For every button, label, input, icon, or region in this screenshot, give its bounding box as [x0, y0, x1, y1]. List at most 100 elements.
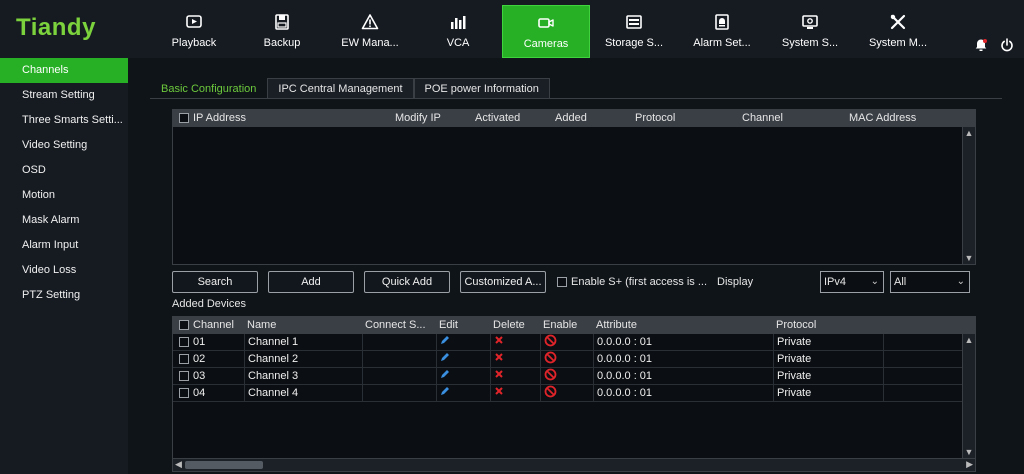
- delete-x-icon[interactable]: [494, 370, 504, 382]
- enable-s-plus-checkbox[interactable]: [557, 277, 567, 288]
- tab-bar: Basic Configuration IPC Central Manageme…: [150, 78, 550, 98]
- warning-icon: [361, 13, 379, 31]
- nav-label: Playback: [171, 37, 217, 49]
- vertical-scrollbar[interactable]: ▲ ▼: [962, 334, 975, 458]
- nav-cameras[interactable]: Cameras: [502, 5, 590, 58]
- name-cell: Channel 3: [245, 368, 363, 384]
- edit-pencil-icon[interactable]: [440, 353, 450, 365]
- disabled-circle-icon[interactable]: [544, 351, 557, 367]
- edit-pencil-icon[interactable]: [440, 336, 450, 348]
- sidebar-item-motion[interactable]: Motion: [0, 183, 128, 208]
- attribute-cell: 0.0.0.0 : 01: [594, 368, 774, 384]
- scroll-down-icon[interactable]: ▼: [963, 252, 975, 264]
- notification-bell-icon[interactable]: [974, 38, 988, 55]
- sidebar-item-osd[interactable]: OSD: [0, 158, 128, 183]
- search-button[interactable]: Search: [172, 271, 258, 293]
- enable-cell: [541, 385, 594, 401]
- connect-status-cell: [363, 351, 437, 367]
- scroll-up-icon[interactable]: ▲: [963, 334, 975, 346]
- disabled-circle-icon[interactable]: [544, 368, 557, 384]
- col-added: Added: [555, 112, 587, 124]
- row-checkbox[interactable]: [179, 337, 189, 348]
- power-icon[interactable]: [1000, 38, 1014, 55]
- edit-pencil-icon[interactable]: [440, 387, 450, 399]
- search-table-header: IP Address Modify IP Activated Added Pro…: [173, 110, 975, 127]
- sidebar-item-channels[interactable]: Channels: [0, 58, 128, 83]
- add-button[interactable]: Add: [268, 271, 354, 293]
- edit-cell: [437, 351, 491, 367]
- vertical-scrollbar[interactable]: ▲ ▼: [962, 127, 975, 264]
- sidebar-item-mask-alarm[interactable]: Mask Alarm: [0, 208, 128, 233]
- scroll-down-icon[interactable]: ▼: [963, 446, 975, 458]
- table-row[interactable]: 03 Channel 3 0.0.0.0 : 01 Private: [173, 368, 975, 385]
- nav-playback[interactable]: Playback: [150, 5, 238, 58]
- disabled-circle-icon[interactable]: [544, 334, 557, 350]
- added-devices-label: Added Devices: [172, 298, 246, 310]
- delete-cell: [491, 368, 541, 384]
- disabled-circle-icon[interactable]: [544, 385, 557, 401]
- row-checkbox[interactable]: [179, 354, 189, 365]
- sidebar-item-video-loss[interactable]: Video Loss: [0, 258, 128, 283]
- select-all-checkbox[interactable]: [179, 113, 189, 124]
- delete-x-icon[interactable]: [494, 387, 504, 399]
- brand-logo: Tiandy: [16, 14, 96, 41]
- nav-system-settings[interactable]: System S...: [766, 5, 854, 58]
- enable-s-plus[interactable]: Enable S+ (first access is ...: [557, 276, 707, 288]
- tab-divider: [150, 98, 1002, 99]
- scroll-right-icon[interactable]: ▶: [966, 459, 973, 470]
- connect-status-cell: [363, 385, 437, 401]
- edit-cell: [437, 334, 491, 350]
- sidebar-item-stream-setting[interactable]: Stream Setting: [0, 83, 128, 108]
- nav-label: Cameras: [523, 38, 569, 50]
- tab-basic-configuration[interactable]: Basic Configuration: [150, 78, 268, 98]
- table-row[interactable]: 02 Channel 2 0.0.0.0 : 01 Private: [173, 351, 975, 368]
- select-all-checkbox[interactable]: [179, 320, 189, 331]
- edit-cell: [437, 368, 491, 384]
- attribute-cell: 0.0.0.0 : 01: [594, 334, 774, 350]
- row-checkbox[interactable]: [179, 388, 189, 399]
- nav-alarm-settings[interactable]: Alarm Set...: [678, 5, 766, 58]
- name-cell: Channel 2: [245, 351, 363, 367]
- edit-pencil-icon[interactable]: [440, 370, 450, 382]
- horizontal-scrollbar[interactable]: ◀ ▶: [173, 458, 975, 471]
- col-channel[interactable]: Channel: [173, 317, 245, 334]
- sidebar-item-three-smarts[interactable]: Three Smarts Setti...: [0, 108, 128, 133]
- sidebar: Channels Stream Setting Three Smarts Set…: [0, 58, 128, 474]
- table-row[interactable]: 01 Channel 1 0.0.0.0 : 01 Private: [173, 334, 975, 351]
- tab-ipc-central-management[interactable]: IPC Central Management: [267, 78, 414, 98]
- nav-storage-settings[interactable]: Storage S...: [590, 5, 678, 58]
- col-ip-address[interactable]: IP Address: [173, 110, 393, 127]
- protocol-cell: Private: [774, 334, 884, 350]
- customized-add-button[interactable]: Customized A...: [460, 271, 546, 293]
- sidebar-item-ptz-setting[interactable]: PTZ Setting: [0, 283, 128, 308]
- nav-ew-management[interactable]: EW Mana...: [326, 5, 414, 58]
- ip-version-select[interactable]: IPv4 ⌄: [820, 271, 884, 293]
- horizontal-scroll-thumb[interactable]: [185, 461, 263, 469]
- sidebar-item-video-setting[interactable]: Video Setting: [0, 133, 128, 158]
- scroll-up-icon[interactable]: ▲: [963, 127, 975, 139]
- col-enable: Enable: [543, 319, 578, 331]
- added-devices-table: Channel Name Connect S... Edit Delete En…: [172, 316, 976, 472]
- sidebar-item-alarm-input[interactable]: Alarm Input: [0, 233, 128, 258]
- top-right-controls: [974, 38, 1014, 55]
- channel-cell: 04: [173, 385, 245, 401]
- scroll-left-icon[interactable]: ◀: [175, 459, 182, 470]
- delete-x-icon[interactable]: [494, 353, 504, 365]
- delete-cell: [491, 334, 541, 350]
- col-delete: Delete: [493, 319, 525, 331]
- table-row[interactable]: 04 Channel 4 0.0.0.0 : 01 Private: [173, 385, 975, 402]
- filter-select[interactable]: All ⌄: [890, 271, 970, 293]
- tab-poe-power-information[interactable]: POE power Information: [413, 78, 550, 98]
- nav-label: VCA: [446, 37, 470, 49]
- enable-cell: [541, 368, 594, 384]
- delete-x-icon[interactable]: [494, 336, 504, 348]
- nav-backup[interactable]: Backup: [238, 5, 326, 58]
- nav-vca[interactable]: VCA: [414, 5, 502, 58]
- quick-add-button[interactable]: Quick Add: [364, 271, 450, 293]
- col-name: Name: [247, 319, 277, 331]
- col-modify-ip: Modify IP: [395, 112, 441, 124]
- row-checkbox[interactable]: [179, 371, 189, 382]
- delete-cell: [491, 351, 541, 367]
- nav-system-maintenance[interactable]: System M...: [854, 5, 942, 58]
- display-label: Display: [717, 276, 754, 288]
